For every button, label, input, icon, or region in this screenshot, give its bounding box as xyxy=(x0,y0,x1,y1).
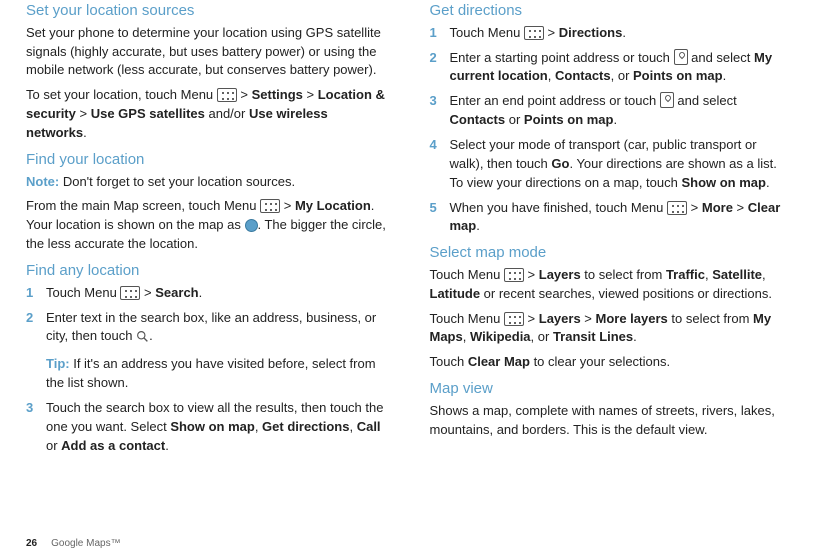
heading-get-directions: Get directions xyxy=(430,0,794,22)
wikipedia-label: Wikipedia xyxy=(470,329,531,344)
settings-label: Settings xyxy=(252,87,303,102)
note-line: Note: Don't forget to set your location … xyxy=(26,173,390,192)
heading-map-view: Map view xyxy=(430,378,794,400)
step-item: 5 When you have finished, touch Menu > M… xyxy=(430,199,794,237)
right-column: Get directions 1 Touch Menu > Directions… xyxy=(430,0,794,461)
location-marker-icon xyxy=(660,92,674,108)
get-directions-label: Get directions xyxy=(262,419,349,434)
step-item: 2 Enter a starting point address or touc… xyxy=(430,49,794,87)
points-on-map-label: Points on map xyxy=(633,68,723,83)
step-number: 2 xyxy=(430,49,442,87)
body-text: Touch Menu > Layers > More layers to sel… xyxy=(430,310,794,348)
left-column: Set your location sources Set your phone… xyxy=(26,0,390,461)
contacts-label: Contacts xyxy=(450,112,506,127)
step-number: 3 xyxy=(430,92,442,130)
clear-map-label: Clear Map xyxy=(468,354,530,369)
step-number: 2 xyxy=(26,309,38,393)
go-label: Go xyxy=(551,156,569,171)
step-item: 4 Select your mode of transport (car, pu… xyxy=(430,136,794,193)
location-marker-icon xyxy=(674,49,688,65)
menu-icon xyxy=(217,88,237,102)
call-label: Call xyxy=(357,419,381,434)
page-footer: 26 Google Maps™ xyxy=(26,537,793,559)
heading-find-any-location: Find any location xyxy=(26,260,390,282)
body-text: To set your location, touch Menu > Setti… xyxy=(26,86,390,143)
step-item: 3 Touch the search box to view all the r… xyxy=(26,399,390,456)
menu-icon xyxy=(120,286,140,300)
location-dot-icon xyxy=(245,219,258,232)
tip-line: Tip: If it's an address you have visited… xyxy=(46,355,390,393)
heading-find-your-location: Find your location xyxy=(26,149,390,171)
directions-label: Directions xyxy=(559,25,623,40)
menu-icon xyxy=(504,268,524,282)
step-number: 5 xyxy=(430,199,442,237)
tip-label: Tip: xyxy=(46,356,70,371)
more-label: More xyxy=(702,200,733,215)
layers-label: Layers xyxy=(539,267,581,282)
step-number: 4 xyxy=(430,136,442,193)
menu-icon xyxy=(260,199,280,213)
body-text: Touch Menu > Layers to select from Traff… xyxy=(430,266,794,304)
show-on-map-label: Show on map xyxy=(681,175,766,190)
step-item: 1 Touch Menu > Directions. xyxy=(430,24,794,43)
my-location-label: My Location xyxy=(295,198,371,213)
more-layers-label: More layers xyxy=(596,311,668,326)
body-text: Set your phone to determine your locatio… xyxy=(26,24,390,81)
latitude-label: Latitude xyxy=(430,286,481,301)
traffic-label: Traffic xyxy=(666,267,705,282)
heading-set-location-sources: Set your location sources xyxy=(26,0,390,22)
heading-select-map-mode: Select map mode xyxy=(430,242,794,264)
satellite-label: Satellite xyxy=(712,267,762,282)
menu-icon xyxy=(667,201,687,215)
body-text: From the main Map screen, touch Menu > M… xyxy=(26,197,390,254)
menu-icon xyxy=(524,26,544,40)
step-item: 2 Enter text in the search box, like an … xyxy=(26,309,390,393)
transit-lines-label: Transit Lines xyxy=(553,329,633,344)
footer-title: Google Maps™ xyxy=(51,538,120,549)
show-on-map-label: Show on map xyxy=(170,419,255,434)
note-label: Note: xyxy=(26,174,59,189)
gps-label: Use GPS satellites xyxy=(91,106,205,121)
page-number: 26 xyxy=(26,538,37,549)
step-number: 1 xyxy=(26,284,38,303)
add-contact-label: Add as a contact xyxy=(61,438,165,453)
steps-list: 1 Touch Menu > Search. 2 Enter text in t… xyxy=(26,284,390,456)
contacts-label: Contacts xyxy=(555,68,611,83)
steps-list: 1 Touch Menu > Directions. 2 Enter a sta… xyxy=(430,24,794,236)
body-text: Touch Clear Map to clear your selections… xyxy=(430,353,794,372)
points-on-map-label: Points on map xyxy=(524,112,614,127)
step-item: 1 Touch Menu > Search. xyxy=(26,284,390,303)
layers-label: Layers xyxy=(539,311,581,326)
step-item: 3 Enter an end point address or touch an… xyxy=(430,92,794,130)
body-text: Shows a map, complete with names of stre… xyxy=(430,402,794,440)
step-number: 1 xyxy=(430,24,442,43)
menu-icon xyxy=(504,312,524,326)
magnifier-icon xyxy=(136,330,149,349)
step-number: 3 xyxy=(26,399,38,456)
search-label: Search xyxy=(155,285,198,300)
